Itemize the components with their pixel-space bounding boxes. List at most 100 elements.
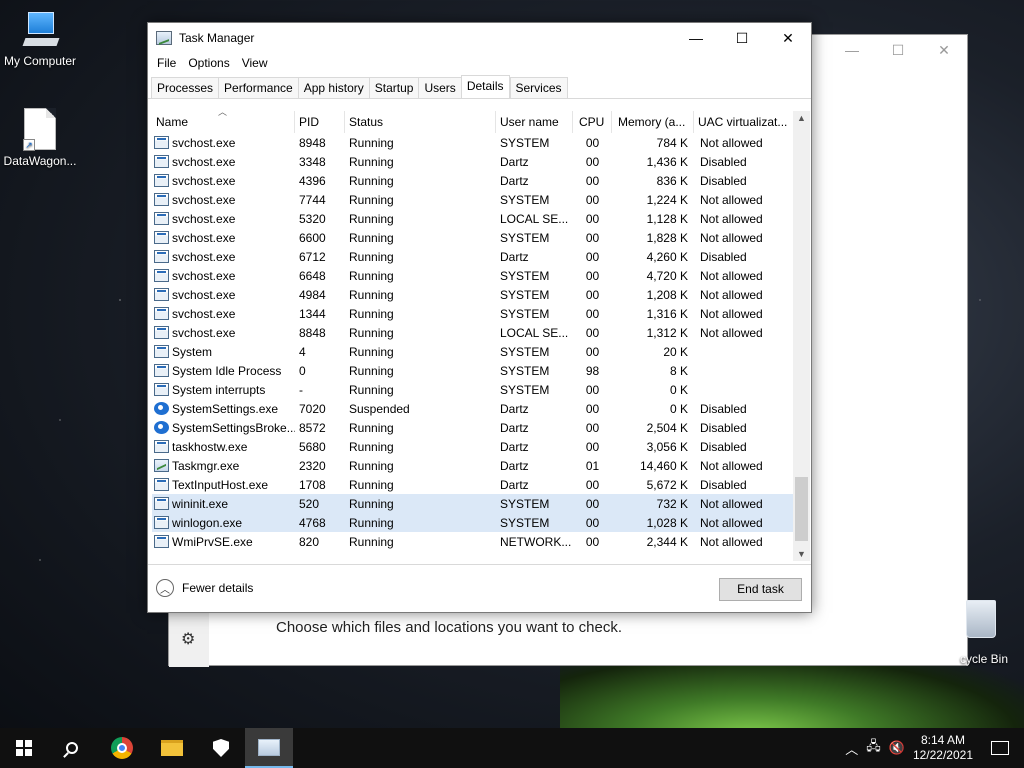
cell-status: Running: [349, 306, 394, 321]
table-row[interactable]: SystemSettings.exe 7020 Suspended Dartz 00 0 …: [152, 399, 795, 418]
cell-uac: Disabled: [700, 477, 747, 492]
column-header-cpu[interactable]: CPU: [573, 111, 612, 133]
table-row[interactable]: svchost.exe 4984 Running SYSTEM 00 1,208 K Not…: [152, 285, 795, 304]
task-manager-icon: [154, 459, 169, 472]
taskbar-task-manager[interactable]: [245, 728, 293, 768]
table-row[interactable]: svchost.exe 6648 Running SYSTEM 00 4,720 K Not…: [152, 266, 795, 285]
table-row[interactable]: winlogon.exe 4768 Running SYSTEM 00 1,028 K No…: [152, 513, 795, 532]
fewer-details-button[interactable]: ︿ Fewer details: [156, 579, 253, 597]
cell-name: svchost.exe: [152, 250, 295, 264]
file-icon: ↗: [23, 108, 56, 151]
process-name: SystemSettingsBroke...: [172, 420, 295, 435]
tab-users[interactable]: Users: [418, 77, 461, 99]
cell-uac: Not allowed: [700, 515, 763, 530]
scroll-down-icon[interactable]: ▼: [793, 549, 810, 559]
cell-status: Running: [349, 477, 394, 492]
cell-name: Taskmgr.exe: [152, 459, 295, 473]
cell-user-name: Dartz: [500, 401, 529, 416]
cell-uac: Disabled: [700, 249, 747, 264]
desktop-icon-datawagon[interactable]: ↗ DataWagon...: [0, 108, 80, 168]
cell-user-name: Dartz: [500, 439, 529, 454]
column-header-user-name[interactable]: User name: [496, 111, 573, 133]
table-row[interactable]: Taskmgr.exe 2320 Running Dartz 01 14,460 K Not…: [152, 456, 795, 475]
table-row[interactable]: WmiPrvSE.exe 820 Running NETWORK... 00 2,344 …: [152, 532, 795, 551]
menu-options[interactable]: Options: [182, 56, 235, 70]
taskbar-security[interactable]: [197, 728, 245, 768]
menu-view[interactable]: View: [236, 56, 274, 70]
table-row[interactable]: wininit.exe 520 Running SYSTEM 00 732 K Not al…: [152, 494, 795, 513]
table-row[interactable]: svchost.exe 3348 Running Dartz 00 1,436 K Disa…: [152, 152, 795, 171]
scroll-up-icon[interactable]: ▲: [793, 113, 810, 123]
process-name: Taskmgr.exe: [172, 458, 240, 473]
tab-details[interactable]: Details: [460, 75, 510, 99]
tab-performance[interactable]: Performance: [218, 77, 298, 99]
cell-pid: 7020: [299, 401, 326, 416]
minimize-button[interactable]: —: [673, 23, 719, 53]
end-task-button[interactable]: End task: [719, 578, 802, 601]
tab-startup[interactable]: Startup: [368, 77, 419, 99]
tab-services[interactable]: Services: [509, 77, 568, 99]
scrollbar-thumb[interactable]: [795, 477, 808, 541]
process-name: svchost.exe: [172, 325, 236, 340]
network-icon[interactable]: 🖧: [866, 737, 881, 759]
cell-pid: 5320: [299, 211, 326, 226]
table-row[interactable]: svchost.exe 8848 Running LOCAL SE... 00 1,312…: [152, 323, 795, 342]
table-row[interactable]: svchost.exe 7744 Running SYSTEM 00 1,224 K Not…: [152, 190, 795, 209]
tab-app-history[interactable]: App history: [297, 77, 369, 99]
cell-memory: 1,208 K: [646, 287, 688, 302]
cell-memory: 0 K: [669, 382, 688, 397]
gear-icon[interactable]: ⚙: [181, 629, 195, 649]
details-table: ︿ Name PID Status User name CPU Memory (…: [152, 107, 795, 551]
cell-name: svchost.exe: [152, 269, 295, 283]
cell-uac: Not allowed: [700, 534, 763, 549]
column-header-uac[interactable]: UAC virtualizat...: [694, 111, 795, 133]
column-header-pid[interactable]: PID: [295, 111, 345, 133]
table-row[interactable]: svchost.exe 6712 Running Dartz 00 4,260 K Disa…: [152, 247, 795, 266]
table-row[interactable]: svchost.exe 1344 Running SYSTEM 00 1,316 K Not…: [152, 304, 795, 323]
vertical-scrollbar[interactable]: ▲ ▼: [793, 111, 810, 561]
column-header-status[interactable]: Status: [345, 111, 496, 133]
start-button[interactable]: [0, 728, 48, 768]
cell-user-name: Dartz: [500, 173, 529, 188]
volume-icon[interactable]: 🔇: [889, 740, 905, 756]
close-icon[interactable]: ✕: [921, 35, 967, 65]
table-row[interactable]: svchost.exe 5320 Running LOCAL SE... 00 1,128…: [152, 209, 795, 228]
cell-pid: 8948: [299, 135, 326, 150]
maximize-icon[interactable]: ☐: [875, 35, 921, 65]
search-button[interactable]: [48, 728, 96, 768]
desktop-icon-my-computer[interactable]: My Computer: [0, 10, 80, 68]
service-icon: [154, 478, 169, 491]
cell-user-name: Dartz: [500, 249, 529, 264]
cell-cpu: 00: [585, 211, 600, 226]
cell-cpu: 00: [585, 306, 600, 321]
table-row[interactable]: svchost.exe 4396 Running Dartz 00 836 K Disabl…: [152, 171, 795, 190]
tab-processes[interactable]: Processes: [151, 77, 219, 99]
cell-memory: 2,344 K: [646, 534, 688, 549]
menu-file[interactable]: File: [151, 56, 182, 70]
cell-status: Running: [349, 458, 394, 473]
table-row[interactable]: taskhostw.exe 5680 Running Dartz 00 3,056 K Di…: [152, 437, 795, 456]
title-bar[interactable]: Task Manager — ☐ ✕: [148, 23, 811, 53]
cell-memory: 0 K: [669, 401, 688, 416]
desktop-icon-recycle-bin[interactable]: cycle Bin: [960, 600, 1024, 666]
table-row[interactable]: svchost.exe 8948 Running SYSTEM 00 784 K Not a…: [152, 133, 795, 152]
notifications-icon[interactable]: [991, 741, 1009, 755]
table-row[interactable]: SystemSettingsBroke... 8572 Running Dartz 00…: [152, 418, 795, 437]
minimize-icon[interactable]: —: [829, 35, 875, 65]
table-row[interactable]: svchost.exe 6600 Running SYSTEM 00 1,828 K Not…: [152, 228, 795, 247]
table-row[interactable]: TextInputHost.exe 1708 Running Dartz 00 5,672…: [152, 475, 795, 494]
cell-status: Running: [349, 496, 394, 511]
process-name: WmiPrvSE.exe: [172, 534, 253, 549]
column-header-memory[interactable]: Memory (a...: [612, 111, 694, 133]
clock[interactable]: 8:14 AM 12/22/2021: [913, 733, 973, 763]
close-button[interactable]: ✕: [765, 23, 811, 53]
table-row[interactable]: System 4 Running SYSTEM 00 20 K: [152, 342, 795, 361]
cell-user-name: Dartz: [500, 420, 529, 435]
taskbar-file-explorer[interactable]: [148, 728, 196, 768]
maximize-button[interactable]: ☐: [719, 23, 765, 53]
cell-user-name: LOCAL SE...: [500, 325, 569, 340]
table-row[interactable]: System Idle Process 0 Running SYSTEM 98 8 K: [152, 361, 795, 380]
table-row[interactable]: System interrupts - Running SYSTEM 00 0 K: [152, 380, 795, 399]
taskbar-chrome[interactable]: [98, 728, 146, 768]
chevron-up-icon[interactable]: ︿: [845, 739, 858, 758]
